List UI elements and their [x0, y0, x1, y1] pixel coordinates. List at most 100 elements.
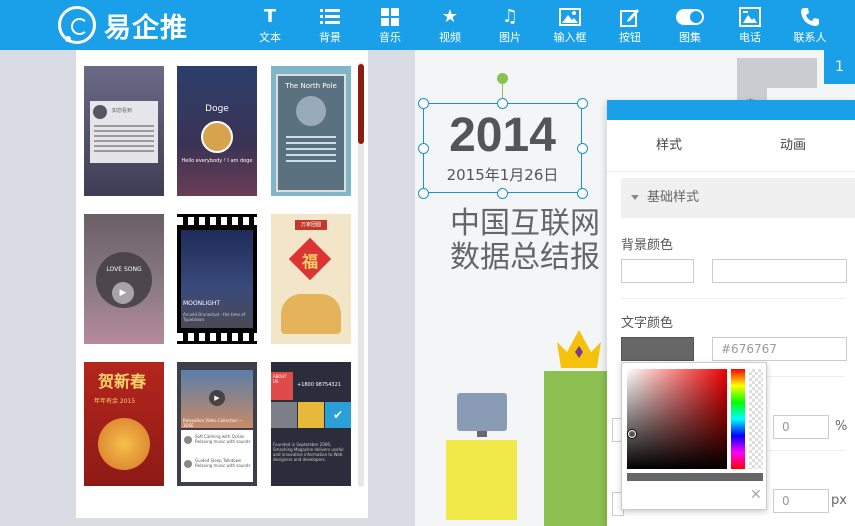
template-thumb-7[interactable]: 贺新春 年年有余 2015: [84, 362, 164, 486]
headline-text[interactable]: 中国互联网 数据总结报: [450, 207, 600, 275]
text-color-swatch[interactable]: [621, 337, 694, 361]
property-tabs: 样式 动画: [607, 120, 855, 172]
tool-label: 联系人: [793, 30, 827, 44]
text-lines: [286, 136, 336, 138]
tool-gallery-button[interactable]: 图集: [660, 0, 720, 50]
tile-chat: [298, 402, 324, 428]
tool-video-button[interactable]: ★ 视频: [420, 0, 480, 50]
year-text[interactable]: 2014: [423, 108, 582, 163]
tool-image-button[interactable]: ♫ 图片: [480, 0, 540, 50]
thumb-title: Relaxation Video Collection — 3DSE: [183, 418, 243, 428]
template-thumb-2[interactable]: Doge Hello everybody ! I am doge: [177, 66, 257, 196]
thumb-caption: Arcuéd Brunectud - the time of Typeblown: [183, 312, 246, 322]
insert-tools: T 文本 背景 音乐 ★ 视频 ♫ 图片 输入框 按钮 图集 电话 联系人: [240, 0, 840, 50]
play-icon: ▶: [209, 390, 225, 406]
list-item: Soft Calming with Ocean Relaxing music w…: [195, 434, 251, 444]
tool-phone-button[interactable]: 电话: [720, 0, 780, 50]
bg-color-input[interactable]: [712, 259, 847, 283]
thumb-image: MOONLIGHT Arcuéd Brunectud - the time of…: [181, 230, 253, 328]
template-thumb-3[interactable]: The North Pole: [271, 66, 351, 196]
tile-headphones: [271, 402, 297, 428]
tool-label: 电话: [739, 30, 761, 44]
phone-number: +1800 98754321: [297, 382, 341, 388]
section-basic-style[interactable]: 基础样式: [621, 178, 855, 218]
date-text[interactable]: 2015年1月26日: [423, 164, 582, 185]
top-toolbar: 易企推 T 文本 背景 音乐 ★ 视频 ♫ 图片 输入框 按钮 图集 电话 联系…: [0, 0, 855, 50]
divider: [621, 298, 845, 299]
phone-icon: [800, 6, 820, 28]
template-thumb-8[interactable]: ▶ Relaxation Video Collection — 3DSE Sof…: [177, 362, 257, 486]
tab-animation[interactable]: 动画: [731, 120, 855, 171]
template-thumb-5[interactable]: MOONLIGHT Arcuéd Brunectud - the time of…: [177, 214, 257, 344]
resize-handle-se[interactable]: [577, 188, 588, 199]
music-note-icon: ♫: [501, 6, 519, 27]
list-item: Guided Sleep Talkdown Relaxing music wit…: [195, 458, 251, 468]
text-icon: T: [263, 6, 277, 27]
template-thumb-6[interactable]: 万家团圆 福: [271, 214, 351, 344]
canvas-side-block: [737, 58, 817, 88]
alpha-slider[interactable]: [749, 369, 763, 469]
rotate-handle[interactable]: [497, 73, 508, 84]
tool-label: 背景: [319, 30, 341, 44]
gallery-icon: [739, 6, 761, 28]
text-color-input[interactable]: #676767: [712, 337, 847, 361]
template-thumb-4[interactable]: LOVE SONG ▶: [84, 214, 164, 344]
list-icon: [320, 6, 340, 28]
color-preview: [627, 473, 763, 481]
section-title: 基础样式: [647, 190, 700, 205]
tab-style[interactable]: 样式: [607, 120, 731, 171]
template-thumb-9[interactable]: ABOUT US +1800 98754321 ✔ Founded in Sep…: [271, 362, 351, 486]
thumb-title: Doge: [205, 104, 229, 114]
opacity-input[interactable]: 0: [773, 415, 829, 439]
thumb-caption: Founded in September 2006, Smashing Maga…: [273, 442, 344, 462]
bar-block-yellow: [446, 440, 517, 520]
thumb-subtitle: 年年有余 2015: [94, 398, 136, 405]
festive-figures: [281, 294, 341, 334]
opacity-unit: %: [835, 419, 848, 434]
avatar: [184, 436, 192, 444]
grid-icon: [381, 6, 399, 28]
size-input[interactable]: 0: [773, 489, 829, 513]
headline-line: 中国互联网: [450, 206, 600, 241]
tool-input-button[interactable]: 输入框: [540, 0, 600, 50]
thumb-title: MOONLIGHT: [183, 300, 221, 307]
bg-color-swatch[interactable]: [621, 259, 694, 283]
tool-label: 视频: [439, 30, 461, 44]
size-unit: px: [831, 493, 847, 508]
brand-name: 易企推: [104, 12, 188, 44]
bar-block-green: [544, 371, 607, 526]
resize-handle-s[interactable]: [497, 188, 508, 199]
fish-graphic: [98, 418, 150, 470]
tool-label: 文本: [259, 30, 281, 44]
tool-music-button[interactable]: 音乐: [360, 0, 420, 50]
hue-slider[interactable]: [731, 369, 745, 469]
caret-down-icon: [631, 195, 639, 200]
headline-line: 数据总结报: [450, 240, 600, 275]
close-icon[interactable]: ✕: [750, 487, 762, 503]
template-thumb-1[interactable]: 如您看到: [84, 66, 164, 196]
resize-handle-sw[interactable]: [418, 188, 429, 199]
fu-glyph: 福: [301, 252, 318, 271]
tool-button-button[interactable]: 按钮: [600, 0, 660, 50]
film-perforation: [177, 217, 257, 225]
thumb-image: ▶ Relaxation Video Collection — 3DSE: [181, 370, 253, 428]
thumb-caption: Hello everybody ! I am doge: [181, 158, 253, 164]
tool-contact-button[interactable]: 联系人: [780, 0, 840, 50]
text-lines: [94, 125, 154, 127]
text-color-label: 文字颜色: [621, 316, 674, 331]
film-perforation: [177, 333, 257, 341]
tool-label: 输入框: [553, 30, 587, 44]
color-picker-popup: ✕: [621, 362, 767, 510]
crown-icon: [557, 330, 601, 368]
template-scrollbar-thumb[interactable]: [358, 64, 364, 144]
tool-label: 图集: [679, 30, 701, 44]
card-panel: 如您看到: [90, 101, 158, 163]
page-number-badge[interactable]: 1: [824, 50, 855, 84]
tool-background-button[interactable]: 背景: [300, 0, 360, 50]
monitor-icon: [457, 393, 507, 431]
color-cursor[interactable]: [628, 430, 636, 438]
tool-text-button[interactable]: T 文本: [240, 0, 300, 50]
brand-logo[interactable]: 易企推: [58, 6, 188, 44]
saturation-value-area[interactable]: [627, 369, 727, 469]
play-icon: ▶: [112, 282, 134, 304]
